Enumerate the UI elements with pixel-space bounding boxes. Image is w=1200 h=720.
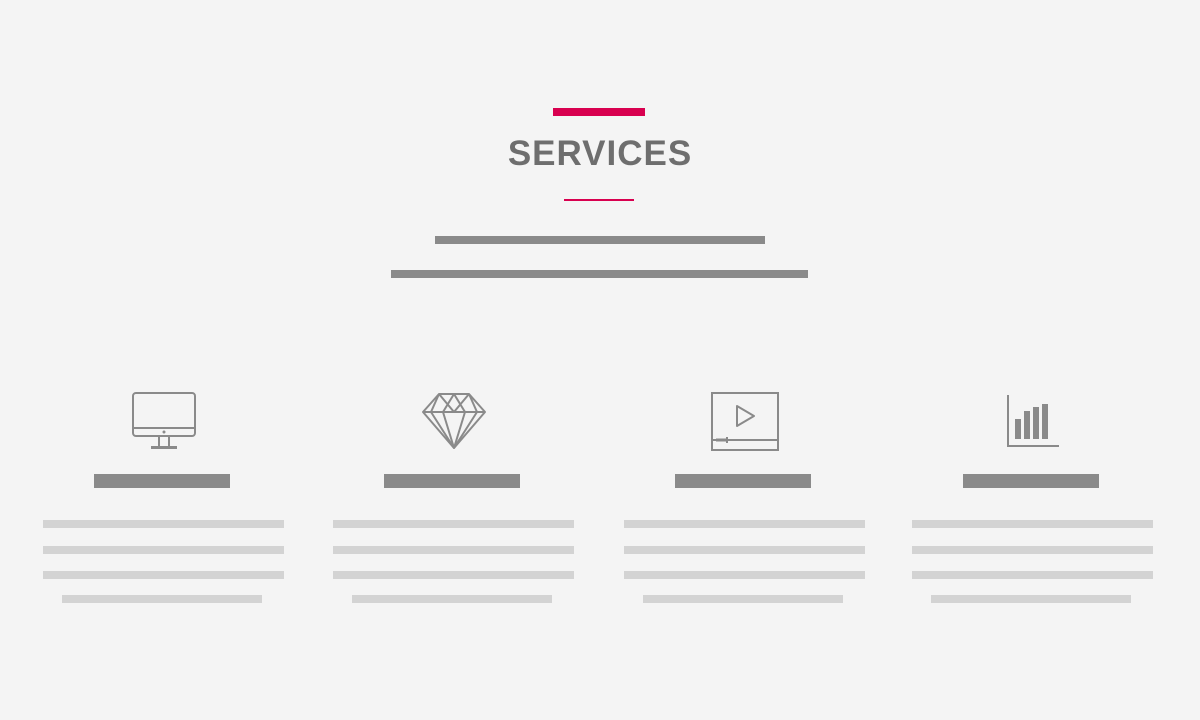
service-title-placeholder bbox=[94, 474, 230, 488]
text-placeholder-line bbox=[62, 595, 262, 603]
text-placeholder-line bbox=[352, 595, 552, 603]
text-placeholder-line bbox=[43, 571, 284, 579]
text-placeholder-line bbox=[624, 520, 865, 528]
text-placeholder-line bbox=[624, 546, 865, 554]
title-accent-bar-bottom bbox=[564, 199, 634, 201]
subtitle-placeholder-line bbox=[435, 236, 765, 244]
service-card bbox=[43, 380, 284, 620]
text-placeholder-line bbox=[643, 595, 843, 603]
text-placeholder-line bbox=[333, 546, 574, 554]
diamond-icon bbox=[333, 390, 574, 452]
service-card bbox=[333, 380, 574, 620]
service-card bbox=[912, 380, 1153, 620]
video-player-icon bbox=[624, 390, 865, 452]
page-title: SERVICES bbox=[507, 134, 693, 173]
text-placeholder-line bbox=[931, 595, 1131, 603]
text-placeholder-line bbox=[624, 571, 865, 579]
text-placeholder-line bbox=[912, 520, 1153, 528]
service-card bbox=[624, 380, 865, 620]
service-title-placeholder bbox=[675, 474, 811, 488]
bar-chart-icon bbox=[912, 390, 1153, 452]
text-placeholder-line bbox=[912, 546, 1153, 554]
service-title-placeholder bbox=[963, 474, 1099, 488]
text-placeholder-line bbox=[43, 546, 284, 554]
monitor-icon bbox=[43, 390, 284, 452]
title-accent-bar-top bbox=[553, 108, 645, 116]
service-title-placeholder bbox=[384, 474, 520, 488]
subtitle-placeholder-line bbox=[391, 270, 808, 278]
text-placeholder-line bbox=[43, 520, 284, 528]
text-placeholder-line bbox=[912, 571, 1153, 579]
text-placeholder-line bbox=[333, 520, 574, 528]
text-placeholder-line bbox=[333, 571, 574, 579]
